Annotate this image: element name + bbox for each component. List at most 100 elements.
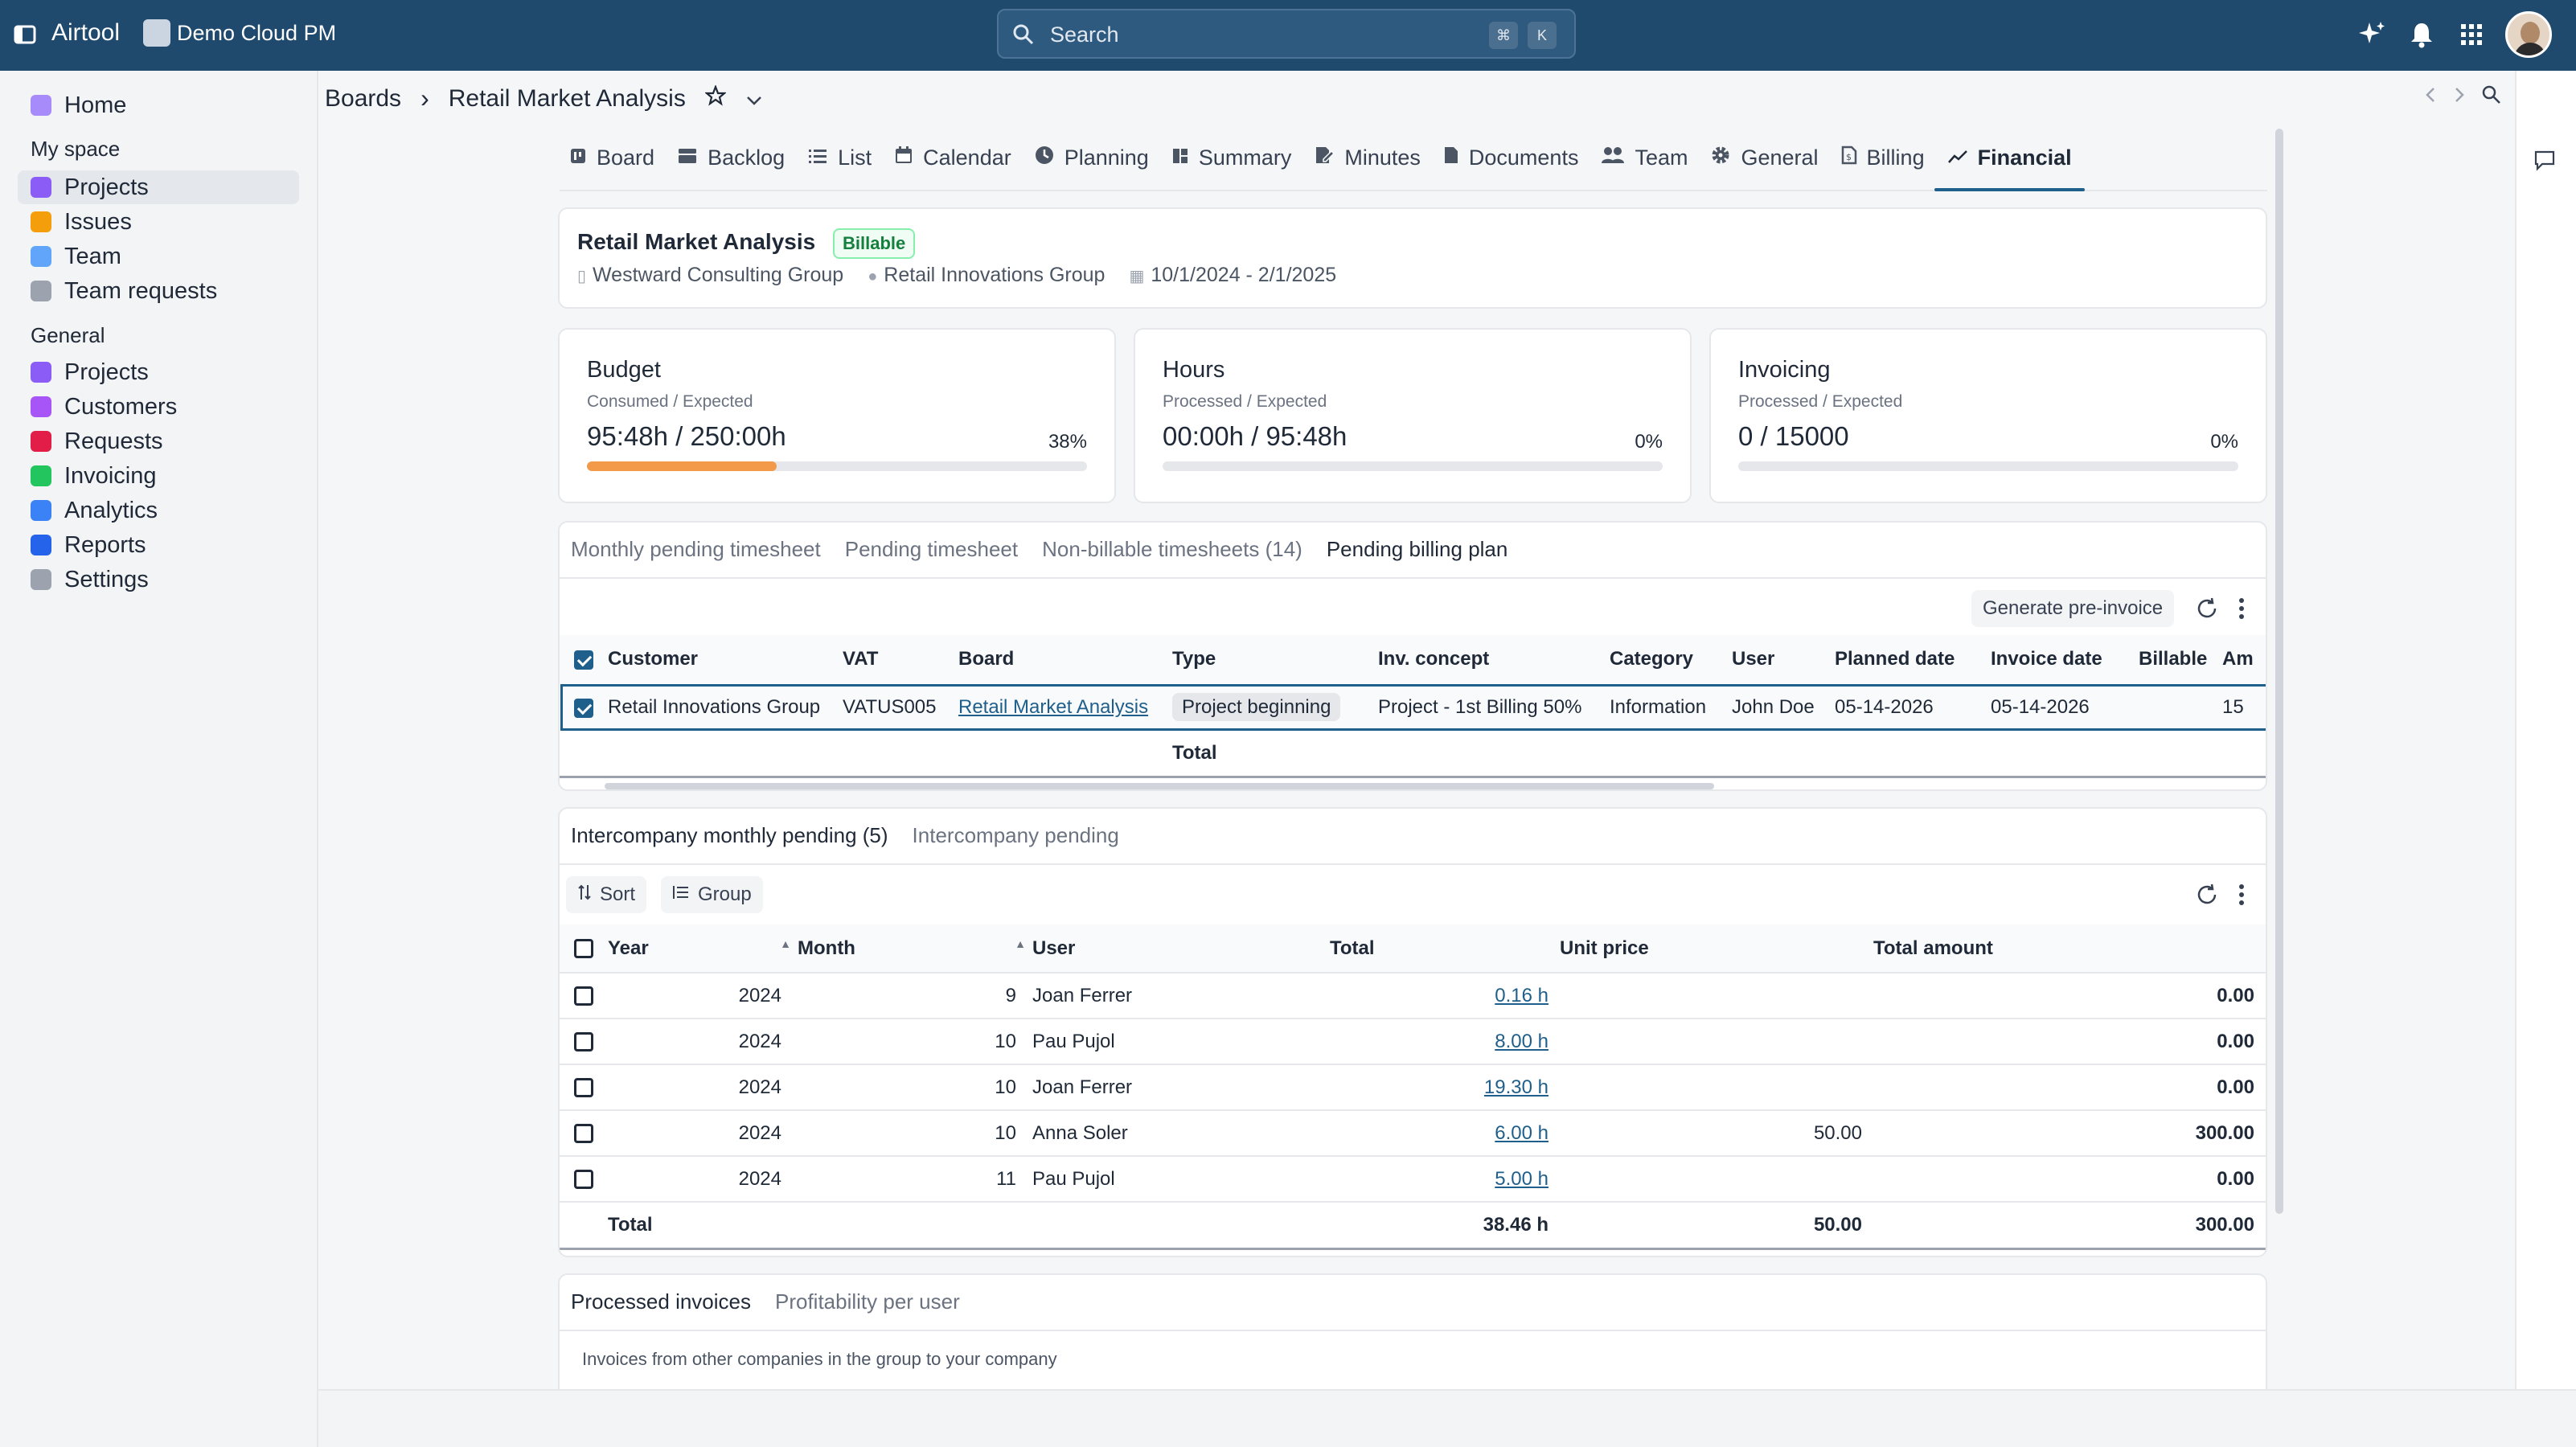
row-checkbox[interactable] — [574, 986, 593, 1006]
tab-general[interactable]: General — [1710, 125, 1819, 190]
tab-financial[interactable]: Financial — [1934, 125, 2085, 191]
star-icon[interactable] — [703, 84, 727, 113]
receipt-icon: $ — [1841, 146, 1857, 170]
row-checkbox[interactable] — [574, 1078, 593, 1098]
tab-label: Backlog — [708, 145, 786, 170]
sidebar-item-customers[interactable]: Customers — [18, 390, 299, 424]
sidebar-item-team[interactable]: Team — [18, 240, 299, 273]
sidebar-item-issues[interactable]: Issues — [18, 205, 299, 239]
sidebar-toggle-icon[interactable] — [11, 21, 39, 48]
search-bar[interactable]: Search ⌘ K — [997, 9, 1576, 59]
column-header-month[interactable]: Month ▲ — [798, 924, 1032, 973]
more-vertical-icon[interactable] — [2238, 596, 2245, 625]
sidebar-item-team-requests[interactable]: Team requests — [18, 274, 299, 308]
tab-documents[interactable]: Documents — [1443, 125, 1578, 190]
column-header[interactable]: User — [1732, 635, 1835, 683]
tab-backlog[interactable]: Backlog — [677, 125, 785, 190]
table-row[interactable]: Retail Innovations Group VATUS005 Retail… — [560, 683, 2266, 732]
table-row[interactable]: 2024 9 Joan Ferrer 0.16 h 0.00 — [560, 973, 2266, 1019]
sidebar-item-settings[interactable]: Settings — [18, 563, 299, 596]
subtab-intercompany-pending[interactable]: Intercompany pending — [913, 823, 1119, 848]
sidebar-item-label: Team requests — [64, 277, 218, 304]
tab-list[interactable]: List — [807, 125, 872, 190]
row-checkbox[interactable] — [574, 698, 593, 718]
group-button[interactable]: Group — [661, 876, 763, 913]
forward-arrow-icon[interactable] — [2452, 86, 2467, 108]
breadcrumb-current[interactable]: Retail Market Analysis — [449, 85, 686, 113]
more-vertical-icon[interactable] — [2238, 883, 2245, 911]
column-header[interactable]: Invoice date — [1991, 635, 2139, 683]
tab-minutes[interactable]: Minutes — [1314, 125, 1421, 190]
subtab-intercompany-monthly-pending[interactable]: Intercompany monthly pending (5) — [571, 823, 888, 848]
back-arrow-icon[interactable] — [2423, 86, 2438, 108]
select-all-checkbox[interactable] — [574, 939, 593, 959]
bell-icon[interactable] — [2406, 18, 2438, 51]
column-header-total[interactable]: Total — [1330, 924, 1560, 973]
column-header[interactable]: Customer — [608, 635, 843, 683]
horizontal-scrollbar[interactable] — [605, 783, 1714, 789]
column-header[interactable]: Inv. concept — [1378, 635, 1610, 683]
column-header-unit-price[interactable]: Unit price — [1560, 924, 1873, 973]
workspace-name[interactable]: Demo Cloud PM — [177, 21, 336, 46]
column-header[interactable]: Billable — [2139, 635, 2222, 683]
hours-link[interactable]: 5.00 h — [1495, 1168, 1548, 1190]
tab-summary[interactable]: Summary — [1171, 125, 1291, 190]
table-row[interactable]: 2024 11 Pau Pujol 5.00 h 0.00 — [560, 1156, 2266, 1202]
project-meta: ▯ Westward Consulting Group ● Retail Innov… — [577, 264, 1336, 287]
sidebar-item-requests[interactable]: Requests — [18, 424, 299, 458]
subtab-monthly-pending-timesheet[interactable]: Monthly pending timesheet — [571, 537, 821, 562]
column-header[interactable]: Type — [1172, 635, 1378, 683]
vertical-scrollbar[interactable] — [2275, 129, 2283, 1214]
table-row[interactable]: 2024 10 Joan Ferrer 19.30 h 0.00 — [560, 1064, 2266, 1110]
sidebar-item-projects[interactable]: Projects — [18, 170, 299, 204]
column-header[interactable]: VAT — [843, 635, 958, 683]
generate-pre-invoice-button[interactable]: Generate pre-invoice — [1971, 590, 2175, 627]
column-header[interactable]: Board — [958, 635, 1172, 683]
breadcrumb-root[interactable]: Boards — [325, 85, 401, 113]
sidebar-item-reports[interactable]: Reports — [18, 528, 299, 562]
table-row[interactable]: 2024 10 Pau Pujol 8.00 h 0.00 — [560, 1019, 2266, 1064]
subtab-non-billable-timesheets[interactable]: Non-billable timesheets (14) — [1042, 537, 1302, 562]
column-header-total-amount[interactable]: Total amount — [1873, 924, 2266, 973]
comment-icon[interactable] — [2533, 148, 2557, 176]
apps-grid-icon[interactable] — [2455, 18, 2488, 51]
column-header-year[interactable]: Year ▲ — [608, 924, 798, 973]
hours-link[interactable]: 19.30 h — [1484, 1076, 1548, 1098]
sidebar-item-invoicing[interactable]: Invoicing — [18, 459, 299, 493]
column-label: Year — [608, 937, 649, 959]
sidebar-item-analytics[interactable]: Analytics — [18, 494, 299, 527]
column-header[interactable]: Category — [1610, 635, 1732, 683]
sort-button[interactable]: Sort — [566, 876, 647, 913]
table-row[interactable]: 2024 10 Anna Soler 6.00 h 50.00 300.00 — [560, 1110, 2266, 1156]
tab-board[interactable]: Board — [569, 125, 654, 190]
tab-calendar[interactable]: Calendar — [894, 125, 1011, 190]
row-checkbox[interactable] — [574, 1170, 593, 1190]
tab-billing[interactable]: $ Billing — [1841, 125, 1925, 190]
column-header-user[interactable]: User — [1032, 924, 1330, 973]
ai-sparkle-icon[interactable] — [2356, 18, 2388, 51]
row-checkbox[interactable] — [574, 1124, 593, 1144]
subtab-processed-invoices[interactable]: Processed invoices — [571, 1289, 751, 1314]
sidebar-item-home[interactable]: Home — [18, 88, 299, 122]
hours-link[interactable]: 8.00 h — [1495, 1031, 1548, 1052]
subtab-pending-timesheet[interactable]: Pending timesheet — [845, 537, 1018, 562]
tab-planning[interactable]: Planning — [1034, 125, 1149, 190]
hours-link[interactable]: 6.00 h — [1495, 1122, 1548, 1144]
sidebar-item-general-projects[interactable]: Projects — [18, 355, 299, 389]
column-header[interactable]: Planned date — [1835, 635, 1991, 683]
chevron-down-icon[interactable] — [745, 85, 763, 113]
subtab-profitability-per-user[interactable]: Profitability per user — [775, 1289, 960, 1314]
select-all-checkbox[interactable] — [574, 650, 593, 670]
search-icon[interactable] — [2481, 84, 2502, 109]
user-avatar[interactable] — [2505, 11, 2552, 58]
app-name[interactable]: Airtool — [51, 19, 120, 47]
column-header[interactable]: Am — [2222, 635, 2266, 683]
shortcut-key-k: K — [1528, 22, 1557, 49]
subtab-pending-billing-plan[interactable]: Pending billing plan — [1327, 537, 1508, 562]
refresh-icon[interactable] — [2195, 596, 2219, 625]
row-checkbox[interactable] — [574, 1032, 593, 1052]
board-link[interactable]: Retail Market Analysis — [958, 696, 1148, 718]
hours-link[interactable]: 0.16 h — [1495, 985, 1548, 1006]
tab-team[interactable]: Team — [1601, 125, 1688, 190]
refresh-icon[interactable] — [2195, 883, 2219, 911]
